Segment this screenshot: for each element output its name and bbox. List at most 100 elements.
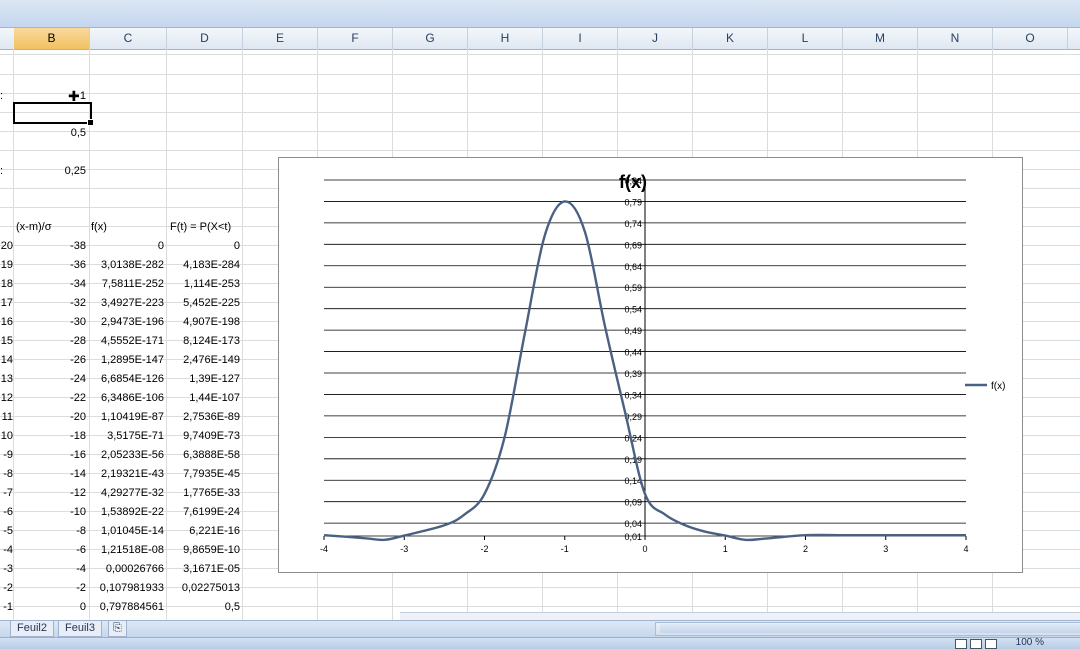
table-cell[interactable]: -30 xyxy=(14,313,86,332)
table-cell[interactable]: 1,114E-253 xyxy=(167,275,240,294)
table-cell[interactable]: 2,19321E-43 xyxy=(90,465,164,484)
table-cell[interactable]: 6,221E-16 xyxy=(167,522,240,541)
header-cell-cdf[interactable]: F(t) = P(X<t) xyxy=(170,218,231,237)
table-cell[interactable]: 1,10419E-87 xyxy=(90,408,164,427)
column-header-b[interactable]: B xyxy=(14,28,90,49)
table-cell[interactable]: -36 xyxy=(14,256,86,275)
table-cell[interactable]: 1,7765E-33 xyxy=(167,484,240,503)
column-header-h[interactable]: H xyxy=(468,28,543,49)
table-cell[interactable]: 10 xyxy=(0,427,13,446)
table-cell[interactable]: 16 xyxy=(0,313,13,332)
table-cell[interactable]: -14 xyxy=(14,465,86,484)
table-cell[interactable]: -28 xyxy=(14,332,86,351)
table-cell[interactable]: 4,5552E-171 xyxy=(90,332,164,351)
column-header-n[interactable]: N xyxy=(918,28,993,49)
table-cell[interactable]: -3 xyxy=(0,560,13,579)
column-header-j[interactable]: J xyxy=(618,28,693,49)
table-cell[interactable]: 2,05233E-56 xyxy=(90,446,164,465)
table-cell[interactable]: 0,5 xyxy=(167,598,240,617)
table-cell[interactable]: 0,107981933 xyxy=(90,579,164,598)
table-cell[interactable]: -24 xyxy=(14,370,86,389)
tab-feuil3[interactable]: Feuil3 xyxy=(58,621,102,637)
column-header-i[interactable]: I xyxy=(543,28,618,49)
table-cell[interactable]: 19 xyxy=(0,256,13,275)
table-cell[interactable]: -26 xyxy=(14,351,86,370)
table-cell[interactable]: -8 xyxy=(0,465,13,484)
param-cell-3[interactable]: 0,25 xyxy=(14,162,86,181)
table-cell[interactable]: -5 xyxy=(0,522,13,541)
table-cell[interactable]: 2,9473E-196 xyxy=(90,313,164,332)
param-cell-2[interactable]: 0,5 xyxy=(14,124,86,143)
table-cell[interactable]: 6,3486E-106 xyxy=(90,389,164,408)
table-cell[interactable]: -4 xyxy=(14,560,86,579)
table-cell[interactable]: 0,00026766 xyxy=(90,560,164,579)
table-cell[interactable]: 17 xyxy=(0,294,13,313)
table-cell[interactable]: 3,4927E-223 xyxy=(90,294,164,313)
table-cell[interactable]: 14 xyxy=(0,351,13,370)
table-cell[interactable]: 2,7536E-89 xyxy=(167,408,240,427)
table-cell[interactable]: -16 xyxy=(14,446,86,465)
table-cell[interactable]: -2 xyxy=(14,579,86,598)
table-cell[interactable]: -2 xyxy=(0,579,13,598)
header-cell-fx[interactable]: f(x) xyxy=(91,218,107,237)
table-cell[interactable]: -38 xyxy=(14,237,86,256)
column-header-l[interactable]: L xyxy=(768,28,843,49)
table-cell[interactable]: 2,476E-149 xyxy=(167,351,240,370)
table-cell[interactable]: 4,183E-284 xyxy=(167,256,240,275)
table-cell[interactable]: -20 xyxy=(14,408,86,427)
table-cell[interactable]: 9,8659E-10 xyxy=(167,541,240,560)
table-cell[interactable]: 1,01045E-14 xyxy=(90,522,164,541)
table-cell[interactable]: -18 xyxy=(14,427,86,446)
column-header-c[interactable]: C xyxy=(90,28,167,49)
table-cell[interactable]: 11 xyxy=(0,408,13,427)
table-cell[interactable]: -7 xyxy=(0,484,13,503)
column-header-g[interactable]: G xyxy=(393,28,468,49)
table-cell[interactable]: 0 xyxy=(90,237,164,256)
table-cell[interactable]: 3,1671E-05 xyxy=(167,560,240,579)
table-cell[interactable]: 0,797884561 xyxy=(90,598,164,617)
table-cell[interactable]: 0 xyxy=(14,598,86,617)
zoom-level[interactable]: 100 % xyxy=(1016,637,1044,648)
table-cell[interactable]: -10 xyxy=(14,503,86,522)
table-cell[interactable]: 15 xyxy=(0,332,13,351)
active-cell-selection[interactable] xyxy=(13,102,94,126)
table-cell[interactable]: -34 xyxy=(14,275,86,294)
table-cell[interactable]: -4 xyxy=(0,541,13,560)
column-header-e[interactable]: E xyxy=(243,28,318,49)
table-cell[interactable]: 1,21518E-08 xyxy=(90,541,164,560)
header-cell-normalized[interactable]: (x-m)/σ xyxy=(16,218,52,237)
table-cell[interactable]: 1,39E-127 xyxy=(167,370,240,389)
table-cell[interactable]: 7,5811E-252 xyxy=(90,275,164,294)
table-cell[interactable]: 6,3888E-58 xyxy=(167,446,240,465)
table-cell[interactable]: 1,2895E-147 xyxy=(90,351,164,370)
table-cell[interactable]: 0 xyxy=(167,237,240,256)
table-cell[interactable]: -6 xyxy=(0,503,13,522)
column-header-d[interactable]: D xyxy=(167,28,243,49)
table-cell[interactable]: -1 xyxy=(0,598,13,617)
column-header-f[interactable]: F xyxy=(318,28,393,49)
table-cell[interactable]: 12 xyxy=(0,389,13,408)
table-cell[interactable]: 18 xyxy=(0,275,13,294)
table-cell[interactable]: -32 xyxy=(14,294,86,313)
column-header-m[interactable]: M xyxy=(843,28,918,49)
table-cell[interactable]: 1,44E-107 xyxy=(167,389,240,408)
table-cell[interactable]: 13 xyxy=(0,370,13,389)
column-header-o[interactable]: O xyxy=(993,28,1068,49)
table-cell[interactable]: 5,452E-225 xyxy=(167,294,240,313)
table-cell[interactable]: 1,53892E-22 xyxy=(90,503,164,522)
fill-handle[interactable] xyxy=(87,119,94,126)
table-cell[interactable]: 7,7935E-45 xyxy=(167,465,240,484)
tab-feuil2[interactable]: Feuil2 xyxy=(10,621,54,637)
table-cell[interactable]: -8 xyxy=(14,522,86,541)
table-cell[interactable]: 7,6199E-24 xyxy=(167,503,240,522)
column-header-row[interactable]: BCDEFGHIJKLMNO xyxy=(0,28,1080,50)
table-cell[interactable]: 4,29277E-32 xyxy=(90,484,164,503)
table-cell[interactable]: 3,5175E-71 xyxy=(90,427,164,446)
table-cell[interactable]: -22 xyxy=(14,389,86,408)
table-cell[interactable]: -12 xyxy=(14,484,86,503)
table-cell[interactable]: 3,0138E-282 xyxy=(90,256,164,275)
table-cell[interactable]: 6,6854E-126 xyxy=(90,370,164,389)
column-header-k[interactable]: K xyxy=(693,28,768,49)
scrollbar-thumb[interactable] xyxy=(660,624,1080,633)
table-cell[interactable]: 9,7409E-73 xyxy=(167,427,240,446)
